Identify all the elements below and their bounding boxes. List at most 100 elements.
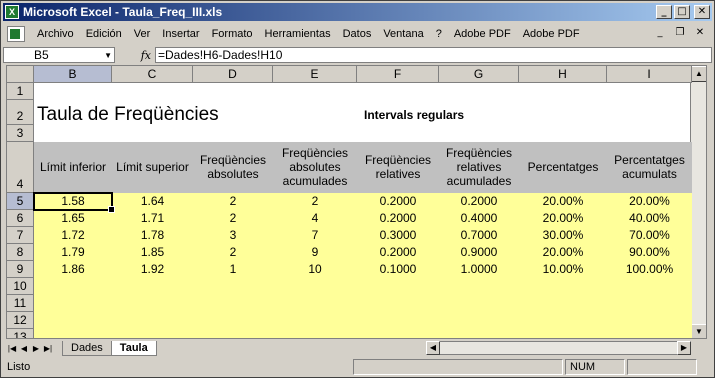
menu-item-3[interactable]: Insertar [156,28,205,40]
col-header-D[interactable]: D [193,66,273,83]
next-sheet-icon[interactable]: ▶ [30,344,42,353]
col-header-G[interactable]: G [439,66,519,83]
column-title[interactable]: Límit inferior [34,142,112,191]
row-header-1[interactable]: 1 [7,83,34,100]
menu-item-7[interactable]: Ventana [377,28,429,40]
data-cell[interactable]: 9 [273,244,357,260]
menu-item-5[interactable]: Herramientas [259,28,337,40]
data-cell[interactable]: 10 [273,261,357,277]
horizontal-scrollbar[interactable]: ◀ ▶ [426,341,691,355]
data-cell[interactable]: 1.65 [34,210,112,226]
column-title[interactable]: Freqüències relatives acumulades [439,142,519,191]
data-cell[interactable]: 1.72 [34,227,112,243]
sheet-subtitle[interactable]: Intervals regulars [364,108,464,122]
name-box-dropdown-icon[interactable]: ▼ [104,49,112,63]
scroll-up-button[interactable]: ▲ [691,66,706,82]
data-cell[interactable]: 0.3000 [357,227,439,243]
data-cell[interactable]: 20.00% [519,210,607,226]
data-cell[interactable]: 0.1000 [357,261,439,277]
scroll-right-button[interactable]: ▶ [677,341,691,355]
menu-item-0[interactable]: Archivo [31,28,80,40]
spreadsheet-grid[interactable]: ▲ ▼ B C D E F G H I 1 2 3 4 5 6 7 8 9 10 11 12 13 Taula de Fr… [6,65,707,339]
formula-input[interactable]: =Dades!H6-Dades!H10 [155,47,712,63]
row-header-5[interactable]: 5 [7,193,34,210]
data-cell[interactable]: 0.7000 [439,227,519,243]
fx-icon[interactable]: fx [115,49,155,62]
row-header-3[interactable]: 3 [7,125,34,142]
menu-item-4[interactable]: Formato [206,28,259,40]
data-cell[interactable]: 1 [193,261,273,277]
data-cell[interactable]: 2 [273,193,357,209]
scroll-down-button[interactable]: ▼ [691,324,706,338]
menu-item-8[interactable]: ? [430,28,448,40]
workbook-icon[interactable] [7,26,25,42]
tab-dades[interactable]: Dades [62,340,112,356]
col-header-F[interactable]: F [357,66,439,83]
col-header-I[interactable]: I [607,66,692,83]
data-cell[interactable]: 20.00% [607,193,692,209]
data-cell[interactable]: 10.00% [519,261,607,277]
data-cell[interactable]: 0.2000 [357,193,439,209]
tab-taula[interactable]: Taula [110,340,157,356]
row-header-11[interactable]: 11 [7,295,34,312]
row-header-8[interactable]: 8 [7,244,34,261]
data-cell[interactable]: 1.92 [112,261,193,277]
data-cell[interactable]: 100.00% [607,261,692,277]
title-bar[interactable]: X Microsoft Excel - Taula_Freq_III.xls _… [3,3,712,21]
first-sheet-icon[interactable]: |◀ [6,344,18,353]
column-title[interactable]: Percentatges acumulats [607,142,692,191]
data-cell[interactable]: 1.71 [112,210,193,226]
menu-item-6[interactable]: Datos [337,28,378,40]
data-cell[interactable]: 1.78 [112,227,193,243]
doc-minimize-icon[interactable]: _ [652,26,668,40]
data-cell[interactable]: 0.4000 [439,210,519,226]
data-cell[interactable]: 2 [193,193,273,209]
row-header-12[interactable]: 12 [7,312,34,329]
data-cell[interactable]: 40.00% [607,210,692,226]
maximize-button[interactable]: □ [674,5,690,19]
data-cell[interactable]: 7 [273,227,357,243]
data-cell[interactable]: 0.9000 [439,244,519,260]
minimize-button[interactable]: _ [656,5,672,19]
column-title[interactable]: Freqüències absolutes acumulades [273,142,357,191]
menu-item-10[interactable]: Adobe PDF [517,28,586,40]
data-cell[interactable]: 2 [193,210,273,226]
sheet-title[interactable]: Taula de Freqüències [37,104,219,126]
data-cell[interactable]: 0.2000 [439,193,519,209]
data-cell[interactable]: 0.2000 [357,244,439,260]
close-button[interactable]: ✕ [694,5,710,19]
excel-app-icon[interactable]: X [5,5,19,19]
data-cell[interactable]: 0.2000 [357,210,439,226]
name-box[interactable]: B5 ▼ [3,47,115,63]
col-header-C[interactable]: C [112,66,193,83]
data-cell[interactable]: 4 [273,210,357,226]
column-title[interactable]: Freqüències relatives [357,142,439,191]
active-cell-selection[interactable] [33,192,115,213]
data-cell[interactable]: 1.64 [112,193,193,209]
col-header-E[interactable]: E [273,66,357,83]
column-title[interactable]: Límit superior [112,142,193,191]
data-cell[interactable]: 2 [193,244,273,260]
data-cell[interactable]: 20.00% [519,193,607,209]
data-cell[interactable]: 1.86 [34,261,112,277]
col-header-B[interactable]: B [34,66,112,83]
select-all-corner[interactable] [7,66,34,83]
menu-item-2[interactable]: Ver [128,28,157,40]
row-header-9[interactable]: 9 [7,261,34,278]
row-header-10[interactable]: 10 [7,278,34,295]
menu-item-9[interactable]: Adobe PDF [448,28,517,40]
doc-restore-icon[interactable]: ❐ [672,26,688,40]
data-cell[interactable]: 70.00% [607,227,692,243]
vertical-scrollbar[interactable]: ▲ ▼ [690,66,706,338]
column-title[interactable]: Percentatges [519,142,607,191]
prev-sheet-icon[interactable]: ◀ [18,344,30,353]
column-title[interactable]: Freqüències absolutes [193,142,273,191]
col-header-H[interactable]: H [519,66,607,83]
data-cell[interactable]: 1.0000 [439,261,519,277]
last-sheet-icon[interactable]: ▶| [42,344,54,353]
row-header-2[interactable]: 2 [7,100,34,125]
data-cell[interactable]: 3 [193,227,273,243]
row-header-4[interactable]: 4 [7,142,34,193]
data-cell[interactable]: 1.85 [112,244,193,260]
row-header-7[interactable]: 7 [7,227,34,244]
